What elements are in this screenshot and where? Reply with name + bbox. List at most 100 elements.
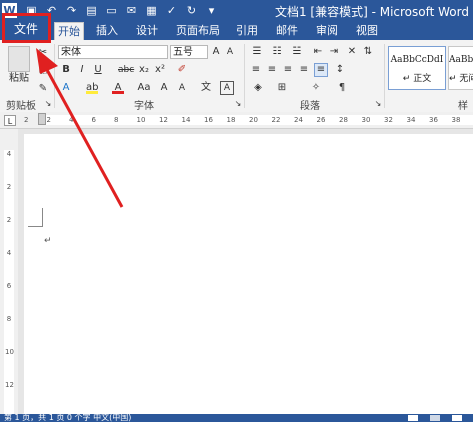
- font-launcher-icon[interactable]: ↘: [234, 97, 242, 111]
- tab-insert[interactable]: 插入: [92, 22, 122, 40]
- ruler-tick-label: 10: [136, 116, 146, 124]
- style-normal[interactable]: AaBbCcDdI ↵ 正文: [388, 46, 446, 90]
- shrink-font-icon[interactable]: A: [224, 45, 236, 59]
- read-mode-icon[interactable]: [408, 415, 418, 421]
- open-icon[interactable]: ▭: [104, 3, 119, 18]
- print-preview-icon[interactable]: ▦: [144, 3, 159, 18]
- ruler-tick-label: 12: [159, 116, 168, 124]
- style-preview: AaBbC: [449, 55, 473, 65]
- enclose-char-icon[interactable]: A: [220, 81, 234, 95]
- web-layout-icon[interactable]: [452, 415, 462, 421]
- line-spacing-icon[interactable]: ↕: [334, 63, 346, 77]
- numbering-icon[interactable]: ☷: [270, 45, 284, 59]
- copy-icon[interactable]: ⎘: [36, 64, 50, 78]
- bold-button[interactable]: B: [60, 63, 72, 77]
- decrease-indent-icon[interactable]: ⇤: [312, 45, 324, 59]
- repeat-icon[interactable]: ↻: [184, 3, 199, 18]
- vruler-tick-label: 4: [6, 249, 12, 257]
- document-page[interactable]: [24, 134, 473, 414]
- grow-font-icon[interactable]: A: [210, 45, 222, 59]
- ruler-tick-label: 24: [294, 116, 303, 124]
- font-size-dropdown[interactable]: 五号: [170, 45, 208, 59]
- strikethrough-button[interactable]: abc: [118, 63, 134, 77]
- tab-design[interactable]: 设计: [132, 22, 162, 40]
- ruler-tick-label: 22: [271, 116, 281, 124]
- window-title: 文档1 [兼容模式] - Microsoft Word: [274, 5, 469, 19]
- style-name: ↵ 正文: [402, 74, 432, 84]
- multilevel-list-icon[interactable]: ☱: [290, 45, 304, 59]
- spelling-icon[interactable]: ✓: [164, 3, 179, 18]
- subscript-button[interactable]: x₂: [138, 63, 150, 77]
- ruler-tick-label: 32: [384, 116, 393, 124]
- ruler-tick-label: 6: [91, 116, 96, 124]
- shrink-font-button[interactable]: A: [176, 81, 188, 95]
- asian-layout-icon[interactable]: ✧: [310, 81, 322, 95]
- ruler-tick-label: 34: [406, 116, 416, 124]
- title-bar: W ▣ ↶ ↷ ▤ ▭ ✉ ▦ ✓ ↻ ▾ 文档1 [兼容模式] - Micro…: [0, 0, 473, 22]
- tab-view[interactable]: 视图: [352, 22, 382, 40]
- redo-icon[interactable]: ↷: [64, 3, 79, 18]
- ruler-tick-label: 16: [204, 116, 213, 124]
- vruler-tick-label: 4: [6, 150, 12, 158]
- new-doc-icon[interactable]: ▤: [84, 3, 99, 18]
- distributed-icon[interactable]: ≡: [314, 63, 328, 77]
- ruler-tick-label: 38: [451, 116, 461, 124]
- underline-button[interactable]: U: [92, 63, 104, 77]
- borders-icon[interactable]: ⊞: [276, 81, 288, 95]
- ruler-tick-label: 14: [181, 116, 191, 124]
- vruler-tick-label: 10: [5, 348, 14, 356]
- font-group-label: 字体: [134, 101, 154, 112]
- increase-indent-icon[interactable]: ⇥: [328, 45, 340, 59]
- paragraph-group-label: 段落: [300, 101, 320, 112]
- group-divider: [244, 44, 245, 108]
- tab-page-layout[interactable]: 页面布局: [172, 22, 224, 40]
- cut-icon[interactable]: ✂: [36, 46, 50, 60]
- clear-format-icon[interactable]: ✐: [176, 63, 188, 77]
- grow-font-button[interactable]: A: [158, 81, 170, 95]
- text-effects-icon[interactable]: A: [60, 81, 72, 95]
- paste-icon[interactable]: [8, 46, 30, 72]
- tab-references[interactable]: 引用: [232, 22, 262, 40]
- clipboard-launcher-icon[interactable]: ↘: [44, 97, 52, 111]
- phonetic-guide-icon[interactable]: 文: [200, 81, 212, 95]
- paste-button[interactable]: 粘贴: [4, 72, 34, 86]
- dropdown-icon[interactable]: ▾: [204, 3, 219, 18]
- group-divider: [54, 44, 55, 108]
- paragraph-launcher-icon[interactable]: ↘: [374, 97, 382, 111]
- tab-home[interactable]: 开始: [54, 22, 84, 40]
- sort-icon[interactable]: ⇅: [362, 45, 374, 59]
- shading-icon[interactable]: ◈: [252, 81, 264, 95]
- status-bar: 第 1 页，共 1 页 0 个字 中文(中国): [0, 414, 473, 422]
- ruler-tick-label: 30: [361, 116, 371, 124]
- center-icon[interactable]: ≡: [266, 63, 278, 77]
- italic-button[interactable]: I: [76, 63, 88, 77]
- ruler-tick-label: 4: [69, 116, 74, 124]
- show-marks-icon[interactable]: ¶: [336, 81, 348, 95]
- bullets-icon[interactable]: ☰: [250, 45, 264, 59]
- change-case-button[interactable]: Aa: [136, 81, 152, 95]
- tab-review[interactable]: 审阅: [312, 22, 342, 40]
- indent-marker-icon[interactable]: [38, 113, 46, 125]
- print-layout-icon[interactable]: [430, 415, 440, 421]
- format-painter-icon[interactable]: ✎: [36, 82, 50, 96]
- justify-icon[interactable]: ≡: [298, 63, 310, 77]
- margin-corner-mark: [28, 208, 43, 227]
- tab-selector-icon[interactable]: L: [4, 115, 16, 126]
- align-left-icon[interactable]: ≡: [250, 63, 262, 77]
- tab-mailings[interactable]: 邮件: [272, 22, 302, 40]
- chinese-layout-icon[interactable]: ✕: [346, 45, 358, 59]
- highlight-color-icon[interactable]: ab: [86, 81, 98, 94]
- align-right-icon[interactable]: ≡: [282, 63, 294, 77]
- file-tab-highlight: [2, 13, 51, 43]
- superscript-button[interactable]: x²: [154, 63, 166, 77]
- email-icon[interactable]: ✉: [124, 3, 139, 18]
- font-color-button[interactable]: A: [112, 81, 124, 94]
- ruler-tick-label: 36: [429, 116, 438, 124]
- vruler-tick-label: 6: [6, 282, 12, 290]
- font-name-dropdown[interactable]: 宋体: [58, 45, 168, 59]
- ruler-tick-label: 28: [339, 116, 348, 124]
- paragraph-mark: ↵: [44, 236, 52, 246]
- style-no-spacing[interactable]: AaBbC ↵ 无间: [448, 46, 473, 90]
- vruler-tick-label: 2: [6, 216, 12, 224]
- ruler-tick-label: 8: [114, 116, 119, 124]
